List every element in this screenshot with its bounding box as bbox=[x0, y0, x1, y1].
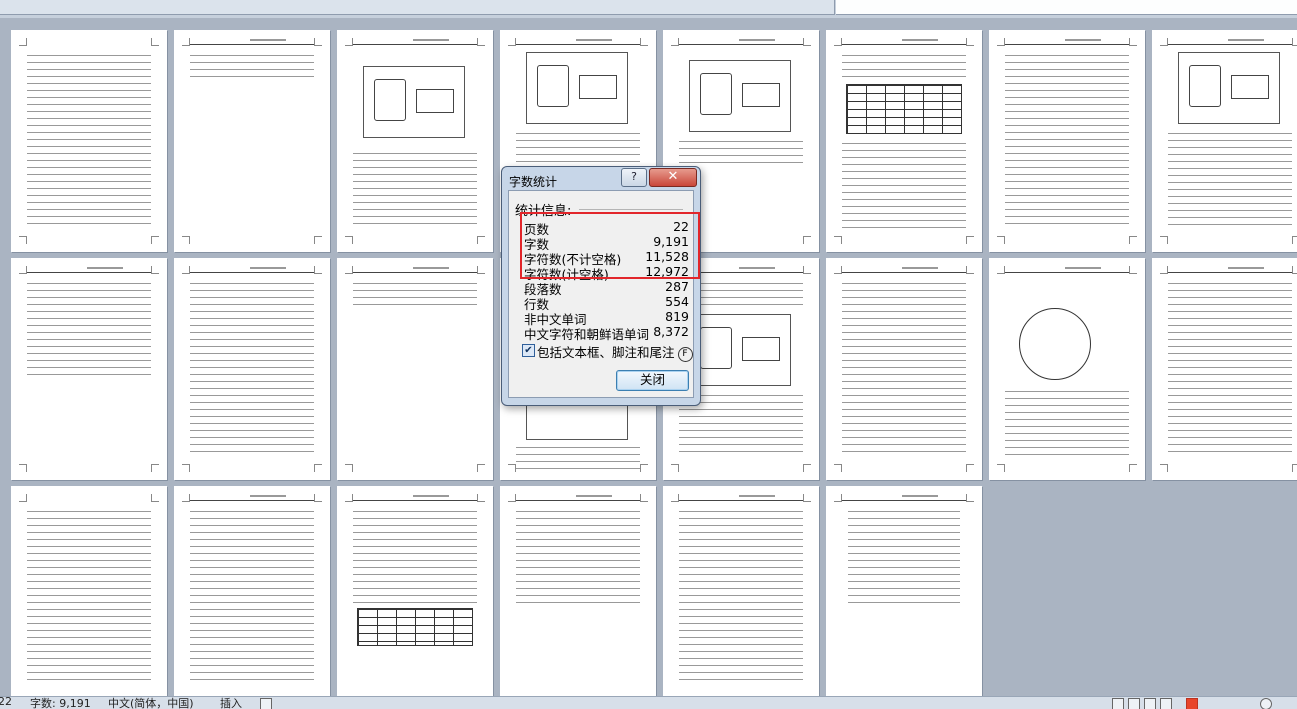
close-button[interactable]: 关闭 bbox=[616, 370, 689, 391]
status-page[interactable]: 22 bbox=[0, 697, 12, 708]
stat-value: 8,372 bbox=[653, 324, 689, 339]
page-thumbnail[interactable] bbox=[337, 30, 493, 252]
table-figure bbox=[846, 84, 962, 134]
dialog-title: 字数统计 bbox=[509, 175, 558, 189]
page-thumbnail[interactable] bbox=[11, 258, 167, 480]
stat-lines: 行数 554 bbox=[524, 294, 691, 312]
stat-cjk-characters: 中文字符和朝鲜语单词 8,372 bbox=[524, 324, 691, 342]
figure-diagram bbox=[689, 314, 791, 386]
page-thumbnail[interactable] bbox=[1152, 30, 1297, 252]
dialog-content: 统计信息: 页数 22 字数 9,191 字符数(不计空格) 11,528 字符… bbox=[508, 190, 700, 398]
figure-diagram bbox=[689, 60, 791, 132]
stat-label: 中文字符和朝鲜语单词 bbox=[524, 327, 650, 342]
word-count-dialog: 字数统计 ? ✕ 统计信息: 页数 22 字数 9,191 字符数(不计空格) … bbox=[501, 166, 701, 406]
macro-record-icon[interactable] bbox=[260, 698, 272, 709]
close-icon[interactable]: ✕ bbox=[649, 168, 697, 187]
page-thumbnail[interactable] bbox=[663, 486, 819, 708]
page-thumbnail[interactable] bbox=[11, 486, 167, 708]
page-thumbnail[interactable] bbox=[174, 486, 330, 708]
include-textboxes-label[interactable]: 包括文本框、脚注和尾注 F bbox=[537, 342, 693, 362]
stat-non-chinese-words: 非中文单词 819 bbox=[524, 309, 691, 327]
ribbon-right-area bbox=[836, 0, 1297, 15]
page-thumbnail[interactable] bbox=[989, 30, 1145, 252]
page-thumbnail[interactable] bbox=[174, 30, 330, 252]
page-thumbnail[interactable] bbox=[826, 486, 982, 708]
include-textboxes-checkbox[interactable]: ✔ bbox=[522, 344, 535, 357]
ribbon-edge bbox=[0, 0, 835, 15]
zoom-slider-icon[interactable] bbox=[1260, 698, 1272, 709]
red-highlight-box bbox=[520, 212, 700, 279]
page-thumbnail[interactable] bbox=[1152, 258, 1297, 480]
view-web-layout-icon[interactable] bbox=[1144, 698, 1156, 709]
view-outline-icon[interactable] bbox=[1160, 698, 1172, 709]
status-language[interactable]: 中文(简体，中国) bbox=[108, 697, 194, 709]
accelerator-key: F bbox=[677, 347, 693, 362]
page-thumbnail[interactable] bbox=[989, 258, 1145, 480]
view-print-layout-icon[interactable] bbox=[1112, 698, 1124, 709]
page-thumbnail[interactable] bbox=[826, 30, 982, 252]
page-thumbnail[interactable] bbox=[337, 258, 493, 480]
help-button[interactable]: ? bbox=[621, 168, 647, 187]
page-thumbnail[interactable] bbox=[500, 486, 656, 708]
page-thumbnail[interactable] bbox=[337, 486, 493, 708]
stat-value: 287 bbox=[665, 279, 689, 294]
status-bar: 22 字数: 9,191 中文(简体，中国) 插入 bbox=[0, 696, 1297, 709]
page-thumbnail[interactable] bbox=[11, 30, 167, 252]
figure-circle-diagram bbox=[1019, 308, 1091, 380]
figure-diagram bbox=[526, 52, 628, 124]
page-thumbnail[interactable] bbox=[826, 258, 982, 480]
stat-value: 554 bbox=[665, 294, 689, 309]
checkbox-label-text: 包括文本框、脚注和尾注 bbox=[537, 345, 675, 360]
input-method-icon[interactable] bbox=[1186, 698, 1198, 709]
page-thumbnail[interactable] bbox=[174, 258, 330, 480]
top-ribbon-strip bbox=[0, 0, 1297, 18]
stat-value: 819 bbox=[665, 309, 689, 324]
status-insert-mode[interactable]: 插入 bbox=[220, 697, 242, 709]
view-fullscreen-icon[interactable] bbox=[1128, 698, 1140, 709]
figure-diagram bbox=[363, 66, 465, 138]
stat-paragraphs: 段落数 287 bbox=[524, 279, 691, 297]
table-figure bbox=[357, 608, 473, 646]
figure-diagram bbox=[1178, 52, 1280, 124]
status-word-count[interactable]: 字数: 9,191 bbox=[30, 697, 91, 709]
